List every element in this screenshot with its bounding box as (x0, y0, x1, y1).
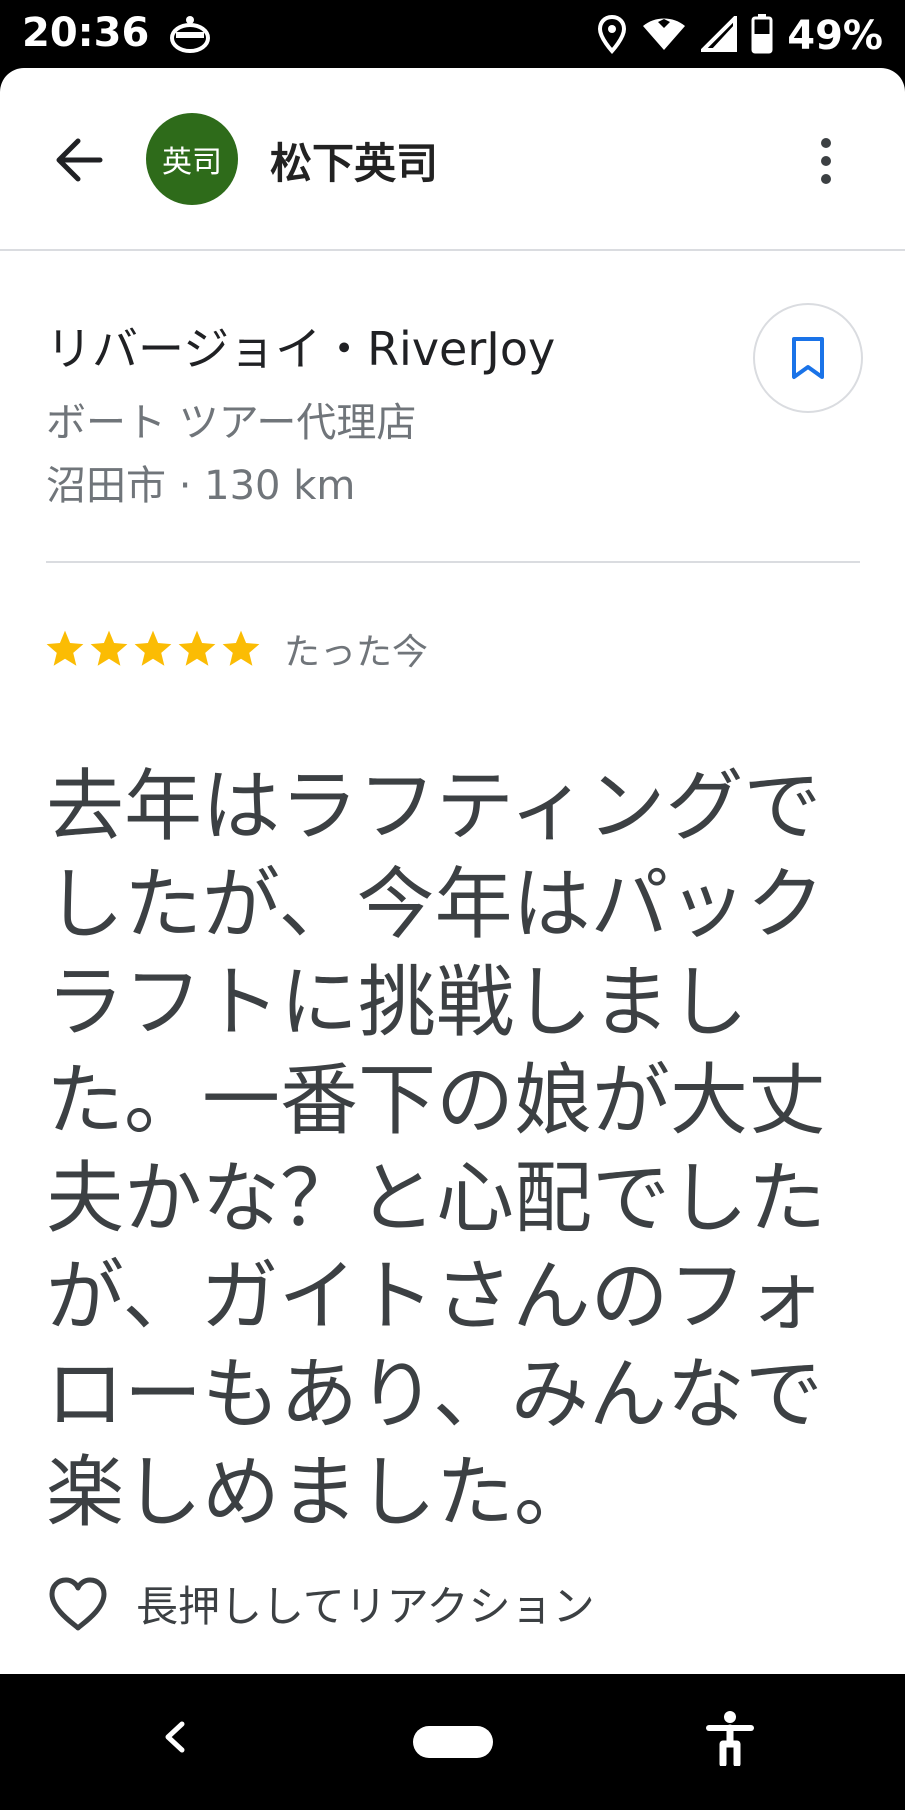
more-options-button[interactable] (808, 136, 844, 186)
reviewer-name: 松下英司 (270, 139, 439, 188)
star-icon (222, 630, 260, 666)
system-nav-bar (0, 1674, 905, 1810)
top-app-bar: 英司 松下英司 (0, 68, 905, 249)
battery-percentage: 49% (787, 13, 883, 59)
accessibility-icon (706, 1711, 754, 1768)
place-name[interactable]: リバージョイ・RiverJoy (46, 313, 555, 379)
status-bar: 20:36 49% (0, 0, 905, 70)
place-category: ボート ツアー代理店 (46, 400, 417, 446)
divider (46, 561, 860, 563)
more-vert-icon (821, 138, 831, 184)
star-icon (90, 630, 128, 666)
back-button[interactable] (50, 130, 110, 190)
review-text-line: が、ガイトさんのフォ (46, 1252, 825, 1342)
wifi-icon (641, 16, 687, 56)
accessibility-button[interactable] (705, 1710, 755, 1768)
heart-icon (49, 1577, 107, 1630)
location-icon (597, 14, 627, 58)
stars (44, 628, 262, 670)
bookmark-icon (792, 337, 824, 379)
arrow-back-icon (56, 138, 103, 182)
review-text-line: 去年はラフティングで (46, 762, 822, 852)
review-text: 去年はラフティングで したが、今年はパック ラフトに挑戦しまし た。一番下の娘が大丈夫… (46, 758, 846, 1542)
battery-icon (751, 14, 773, 58)
review-time: たった今 (284, 632, 429, 673)
place-location: 沼田市 · 130 km (46, 463, 356, 509)
review-text-line: た。一番下の娘が大丈 (46, 1056, 827, 1146)
nav-home-button[interactable] (413, 1726, 493, 1758)
status-time: 20:36 (22, 10, 150, 56)
review-text-line: ラフトに挑戦しまし (46, 958, 749, 1048)
chevron-left-icon (165, 1721, 185, 1753)
review-text-line: ローもあり、みんなで (46, 1350, 823, 1440)
star-icon (134, 630, 172, 666)
reaction-label: 長押ししてリアクション (136, 1582, 595, 1631)
star-rating: たった今 (44, 623, 428, 675)
star-icon (178, 630, 216, 666)
review-text-line: したが、今年はパック (46, 860, 825, 950)
save-button[interactable] (753, 303, 863, 413)
star-icon (46, 630, 84, 666)
signal-icon (698, 13, 738, 56)
avatar-initials: 英司 (162, 145, 222, 180)
divider (0, 249, 905, 251)
status-icons: 49% (597, 12, 883, 60)
reaction-button[interactable]: 長押ししてリアクション (48, 1573, 595, 1634)
review-sheet: 英司 松下英司 リバージョイ・RiverJoy ボート ツアー代理店 沼田市 ·… (0, 68, 905, 1674)
nav-back-button[interactable] (160, 1712, 190, 1762)
review-text-line: 楽しめました。 (46, 1448, 593, 1538)
avatar[interactable]: 英司 (146, 113, 238, 205)
review-text-line: 夫かな？と心配でした (46, 1154, 827, 1244)
app-notification-icon (168, 14, 212, 58)
